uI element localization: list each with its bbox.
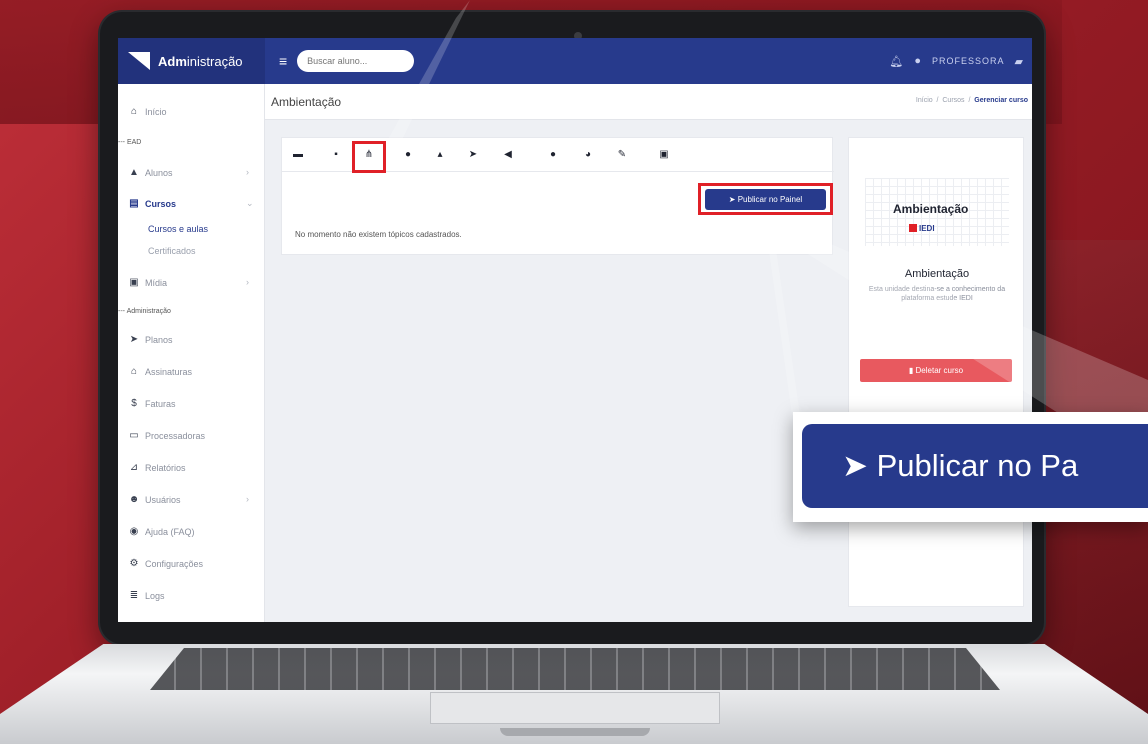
book-icon[interactable]: ▬ [290, 147, 306, 163]
gears-icon: ⚙ [129, 558, 139, 569]
paper-plane-icon[interactable]: ➤ [465, 147, 481, 163]
page-title: Ambientação [271, 95, 342, 109]
paper-plane-icon: ➤ [129, 334, 139, 345]
breadcrumb-inicio[interactable]: Início [916, 97, 933, 104]
hamburger-icon[interactable]: ≡ [279, 53, 287, 69]
comment-icon[interactable]: ● [400, 147, 416, 163]
user-name[interactable]: PROFESSORA [932, 56, 1005, 66]
sidebar-item-label: Alunos [145, 167, 173, 178]
pencil-icon[interactable]: ✎ [614, 147, 630, 163]
chevron-right-icon: › [246, 167, 249, 177]
sidebar-subitem-certificados[interactable]: Certificados [148, 246, 196, 256]
breadcrumb: Início / Cursos / Gerenciar curso [916, 97, 1028, 104]
home-icon: ⌂ [130, 106, 138, 117]
breadcrumb-separator: / [936, 97, 939, 104]
sidebar-item-label: Assinaturas [145, 366, 193, 377]
sidebar-item-label: Relatórios [145, 462, 186, 473]
page-header: Ambientação Início / Cursos / Gerenciar … [265, 84, 1032, 120]
publish-button[interactable]: ➤ Publicar no Painel [705, 189, 826, 210]
sidebar-section-ead: --- EAD [118, 139, 142, 146]
sidebar-item-cursos[interactable]: ▤ Cursos [128, 198, 176, 209]
sidebar-item-usuarios[interactable]: ☻ Usuários [128, 494, 181, 505]
app-logo[interactable]: Administração [118, 38, 265, 84]
sidebar-item-label: Configurações [145, 558, 204, 569]
question-icon: ◉ [129, 526, 139, 537]
building-icon: ⌂ [130, 366, 138, 377]
image-icon[interactable]: ▣ [656, 147, 672, 163]
zoomed-publish-button[interactable]: ➤ Publicar no Pa [802, 424, 1148, 508]
sidebar-item-assinaturas[interactable]: ⌂ Assinaturas [128, 366, 192, 377]
breadcrumb-separator: / [968, 97, 971, 104]
app-title: Administração [158, 53, 243, 69]
thumbnail-title: Ambientação [893, 202, 969, 216]
sidebar-item-alunos[interactable]: ▲ Alunos [128, 167, 173, 178]
sidebar-item-inicio[interactable]: ⌂ Início [128, 106, 167, 117]
sidebar-item-midia[interactable]: ▣ Mídia [128, 277, 167, 288]
calendar-icon[interactable]: ▪ [328, 147, 344, 163]
image-icon: ▣ [129, 277, 139, 288]
graduation-cap-icon: ▲ [129, 167, 139, 178]
sidebar-item-label: Usuários [145, 494, 181, 505]
sidebar-item-configuracoes[interactable]: ⚙ Configurações [128, 558, 204, 569]
user-icon[interactable]: ● [914, 55, 922, 67]
breadcrumb-cursos[interactable]: Cursos [942, 97, 964, 104]
sidebar-item-relatorios[interactable]: ⊿ Relatórios [128, 462, 186, 473]
users-icon: ☻ [128, 494, 140, 505]
credit-card-icon: ▭ [129, 430, 139, 441]
sidebar-item-processadoras[interactable]: ▭ Processadoras [128, 430, 205, 441]
sidebar-item-faturas[interactable]: $ Faturas [128, 398, 176, 409]
book-icon: ▤ [129, 198, 139, 209]
database-icon: ≣ [129, 590, 139, 601]
sidebar: ⌂ Início --- EAD ▲ Alunos › ▤ Cursos ⌄ C… [118, 84, 265, 622]
laptop-screen: Administração ≡ 🔔︎ ● PROFESSORA ▰ ⌂ Iníc… [118, 38, 1032, 622]
breadcrumb-current: Gerenciar curso [974, 97, 1028, 104]
main-content: Ambientação Início / Cursos / Gerenciar … [265, 84, 1032, 622]
megaphone-icon[interactable]: ◀ [500, 147, 516, 163]
sidebar-item-label: Cursos [145, 198, 177, 209]
trackpad [430, 692, 720, 724]
topics-card: ▬ ▪ ⋔ ● ▴ ➤ ◀ ● ◕ ✎ ▣ ➤ Publicar no Pain… [281, 137, 834, 255]
money-icon: $ [131, 398, 137, 409]
chart-icon: ⊿ [129, 462, 139, 473]
sidebar-item-label: Logs [145, 590, 165, 601]
sidebar-item-label: Planos [145, 334, 173, 345]
sidebar-item-label: Faturas [145, 398, 176, 409]
chevron-down-icon: ⌄ [246, 198, 254, 208]
top-navbar: Administração ≡ 🔔︎ ● PROFESSORA ▰ [118, 38, 1032, 84]
empty-topics-message: No momento não existem tópicos cadastrad… [295, 230, 462, 239]
search-input[interactable] [297, 50, 415, 72]
chevron-right-icon: › [246, 277, 249, 287]
user-area: 🔔︎ ● PROFESSORA ▰ [889, 55, 1032, 68]
chat-icon[interactable]: ▰ [1015, 55, 1024, 68]
sidebar-item-label: Início [145, 106, 167, 117]
logo-mark-icon [128, 52, 150, 70]
bell-icon[interactable]: ▴ [432, 147, 448, 163]
bell-icon[interactable]: 🔔︎ [889, 55, 904, 68]
zoom-callout: ➤ Publicar no Pa [793, 412, 1148, 522]
sidebar-subitem-cursos-aulas[interactable]: Cursos e aulas [148, 224, 208, 234]
sidebar-item-label: Ajuda (FAQ) [145, 526, 195, 537]
sidebar-item-logs[interactable]: ≣ Logs [128, 590, 165, 601]
sidebar-item-ajuda[interactable]: ◉ Ajuda (FAQ) [128, 526, 195, 537]
sidebar-item-label: Processadoras [145, 430, 206, 441]
sidebar-section-admin: --- Administração [118, 308, 171, 315]
laptop-keyboard [150, 648, 1000, 690]
sidebar-item-label: Mídia [145, 277, 168, 288]
highlight-box-toolbar [352, 141, 386, 173]
circle-icon[interactable]: ● [545, 147, 561, 163]
chevron-right-icon: › [246, 494, 249, 504]
laptop-notch [500, 728, 650, 736]
pie-chart-icon[interactable]: ◕ [580, 147, 596, 163]
sidebar-item-planos[interactable]: ➤ Planos [128, 334, 173, 345]
thumbnail-brand: IEDI [909, 224, 935, 233]
